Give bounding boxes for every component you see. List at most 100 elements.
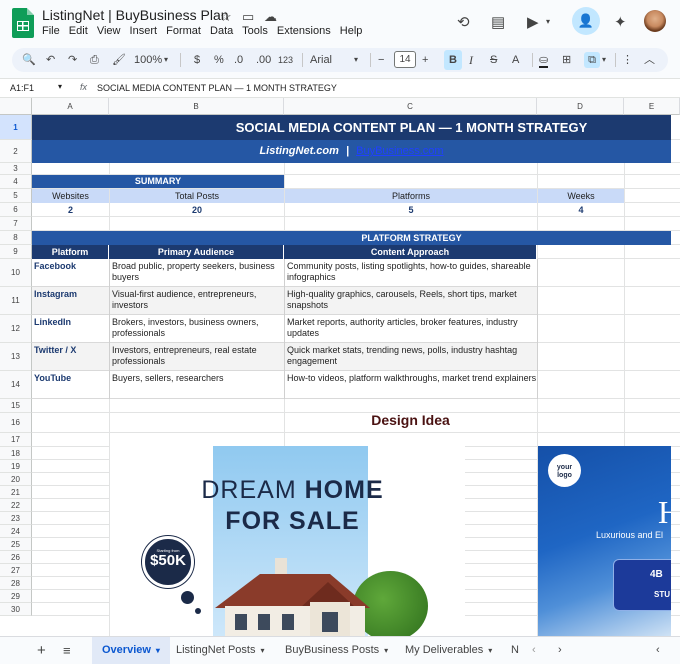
approach-cell[interactable]: High-quality graphics, carousels, Reels,… bbox=[285, 289, 537, 311]
history-icon[interactable]: ⟲ bbox=[457, 13, 470, 31]
row-header[interactable]: 3 bbox=[0, 163, 32, 175]
row-header[interactable]: 8 bbox=[0, 231, 32, 245]
summary-value-total-posts[interactable]: 20 bbox=[110, 203, 284, 217]
menu-edit[interactable]: Edit bbox=[69, 25, 88, 37]
strategy-col-approach[interactable]: Content Approach bbox=[284, 245, 537, 259]
column-header-d[interactable]: D bbox=[537, 98, 624, 115]
platform-cell[interactable]: Twitter / X bbox=[32, 345, 109, 356]
approach-cell[interactable]: Community posts, listing spotlights, how… bbox=[285, 261, 537, 283]
zoom-select[interactable]: 100% bbox=[134, 52, 162, 68]
row-header[interactable]: 4 bbox=[0, 175, 32, 189]
print-icon[interactable]: ⎙ bbox=[90, 52, 99, 68]
audience-cell[interactable]: Visual-first audience, entrepreneurs, in… bbox=[110, 289, 285, 311]
sheets-logo-icon[interactable] bbox=[12, 8, 34, 38]
summary-value-platforms[interactable]: 5 bbox=[285, 203, 537, 217]
percent-format-button[interactable]: % bbox=[214, 52, 224, 68]
row-header[interactable]: 17 bbox=[0, 433, 32, 447]
strategy-col-audience[interactable]: Primary Audience bbox=[109, 245, 284, 259]
menu-insert[interactable]: Insert bbox=[130, 25, 158, 37]
summary-header[interactable]: SUMMARY bbox=[32, 175, 284, 188]
text-color-button[interactable]: A bbox=[512, 52, 519, 68]
row-header[interactable]: 2 bbox=[0, 140, 32, 163]
summary-value-weeks[interactable]: 4 bbox=[538, 203, 624, 217]
menu-file[interactable]: File bbox=[42, 25, 60, 37]
gemini-icon[interactable]: ✦ bbox=[614, 13, 627, 31]
name-box[interactable]: A1:F1 bbox=[10, 83, 34, 93]
spreadsheet-grid[interactable]: A B C D E 1 2 3 4 5 6 7 8 9 10 11 12 13 14 15 16 17 18 19 2… bbox=[0, 98, 680, 636]
tab-dropdown-icon[interactable]: ▾ bbox=[488, 646, 492, 655]
borders-icon[interactable]: ⊞ bbox=[562, 52, 571, 68]
redo-icon[interactable]: ↷ bbox=[68, 52, 77, 68]
italic-button[interactable]: I bbox=[469, 52, 473, 68]
row-header[interactable]: 30 bbox=[0, 603, 32, 616]
font-dropdown-icon[interactable]: ▾ bbox=[354, 52, 358, 68]
tab-overview[interactable]: Overview ▾ bbox=[92, 637, 170, 664]
row-header[interactable]: 25 bbox=[0, 538, 32, 551]
name-box-dropdown-icon[interactable]: ▾ bbox=[58, 82, 62, 91]
platform-cell[interactable]: YouTube bbox=[32, 373, 109, 384]
share-button[interactable]: 👤 bbox=[572, 7, 600, 35]
row-header[interactable]: 12 bbox=[0, 315, 32, 343]
sheet-title[interactable]: SOCIAL MEDIA CONTENT PLAN — 1 MONTH STRA… bbox=[32, 115, 671, 140]
audience-cell[interactable]: Broad public, property seekers, business… bbox=[110, 261, 285, 283]
paint-format-icon[interactable]: 🖌 bbox=[112, 52, 126, 68]
audience-cell[interactable]: Buyers, sellers, researchers bbox=[110, 373, 285, 384]
tab-dropdown-icon[interactable]: ▾ bbox=[384, 646, 388, 655]
platform-cell[interactable]: Instagram bbox=[32, 289, 109, 300]
tab-dropdown-icon[interactable]: ▾ bbox=[156, 646, 160, 655]
tab-my-deliverables[interactable]: My Deliverables ▾ bbox=[405, 637, 492, 664]
fill-color-icon[interactable]: ⛀ bbox=[539, 52, 549, 68]
collapse-toolbar-icon[interactable]: ︿ bbox=[644, 52, 655, 68]
formula-input[interactable]: SOCIAL MEDIA CONTENT PLAN — 1 MONTH STRA… bbox=[97, 83, 337, 93]
row-header[interactable]: 7 bbox=[0, 217, 32, 231]
column-header-b[interactable]: B bbox=[109, 98, 284, 115]
font-select[interactable]: Arial bbox=[310, 52, 332, 68]
row-header[interactable]: 21 bbox=[0, 486, 32, 499]
row-header[interactable]: 22 bbox=[0, 499, 32, 512]
avatar[interactable] bbox=[644, 10, 666, 32]
menu-extensions[interactable]: Extensions bbox=[277, 25, 331, 37]
scroll-tabs-right-icon[interactable]: › bbox=[558, 637, 562, 664]
menu-tools[interactable]: Tools bbox=[242, 25, 268, 37]
column-header-a[interactable]: A bbox=[32, 98, 109, 115]
row-header[interactable]: 10 bbox=[0, 259, 32, 287]
site-banner[interactable]: ListingNet.com | BuyBusiness.com bbox=[32, 140, 671, 163]
row-header[interactable]: 5 bbox=[0, 189, 32, 203]
decrease-font-size-icon[interactable]: − bbox=[378, 52, 384, 68]
cloud-status-icon[interactable]: ☁ bbox=[264, 9, 277, 25]
tab-next-sheet[interactable]: N bbox=[511, 637, 519, 664]
bold-button[interactable]: B bbox=[444, 50, 462, 70]
meet-icon[interactable]: ▶ bbox=[527, 13, 539, 31]
column-header-c[interactable]: C bbox=[284, 98, 537, 115]
row-header[interactable]: 16 bbox=[0, 413, 32, 433]
platform-cell[interactable]: Facebook bbox=[32, 261, 109, 272]
move-folder-icon[interactable]: ▭ bbox=[242, 9, 254, 25]
menu-view[interactable]: View bbox=[97, 25, 121, 37]
strategy-col-platform[interactable]: Platform bbox=[32, 245, 109, 259]
row-header[interactable]: 20 bbox=[0, 473, 32, 486]
currency-format-button[interactable]: $ bbox=[194, 52, 200, 68]
poster-image-dream-home[interactable]: DREAM HOME FOR SALE Starting from $50K bbox=[110, 446, 465, 636]
more-options-icon[interactable]: ⋮ bbox=[622, 52, 633, 68]
undo-icon[interactable]: ↶ bbox=[46, 52, 55, 68]
row-header[interactable]: 19 bbox=[0, 460, 32, 473]
summary-col-platforms[interactable]: Platforms bbox=[285, 189, 537, 203]
summary-col-websites[interactable]: Websites bbox=[32, 189, 109, 203]
all-sheets-icon[interactable]: ≡ bbox=[63, 637, 71, 664]
side-panel-toggle-icon[interactable]: ‹ bbox=[656, 637, 660, 664]
comment-icon[interactable]: ▤ bbox=[491, 13, 505, 31]
font-size-input[interactable]: 14 bbox=[394, 51, 416, 68]
row-header[interactable]: 15 bbox=[0, 399, 32, 413]
row-header[interactable]: 26 bbox=[0, 551, 32, 564]
zoom-dropdown-icon[interactable]: ▾ bbox=[164, 52, 168, 68]
design-idea-heading[interactable]: Design Idea bbox=[284, 412, 537, 428]
increase-font-size-icon[interactable]: + bbox=[422, 52, 428, 68]
document-title[interactable]: ListingNet | BuyBusiness Plan bbox=[42, 7, 229, 23]
merge-cells-icon[interactable]: ⧉ bbox=[584, 52, 600, 68]
site-link[interactable]: BuyBusiness.com bbox=[356, 145, 443, 157]
select-all-corner[interactable] bbox=[0, 98, 32, 115]
summary-col-total-posts[interactable]: Total Posts bbox=[110, 189, 284, 203]
summary-col-weeks[interactable]: Weeks bbox=[538, 189, 624, 203]
star-icon[interactable]: ☆ bbox=[220, 9, 232, 25]
summary-value-websites[interactable]: 2 bbox=[32, 203, 109, 217]
